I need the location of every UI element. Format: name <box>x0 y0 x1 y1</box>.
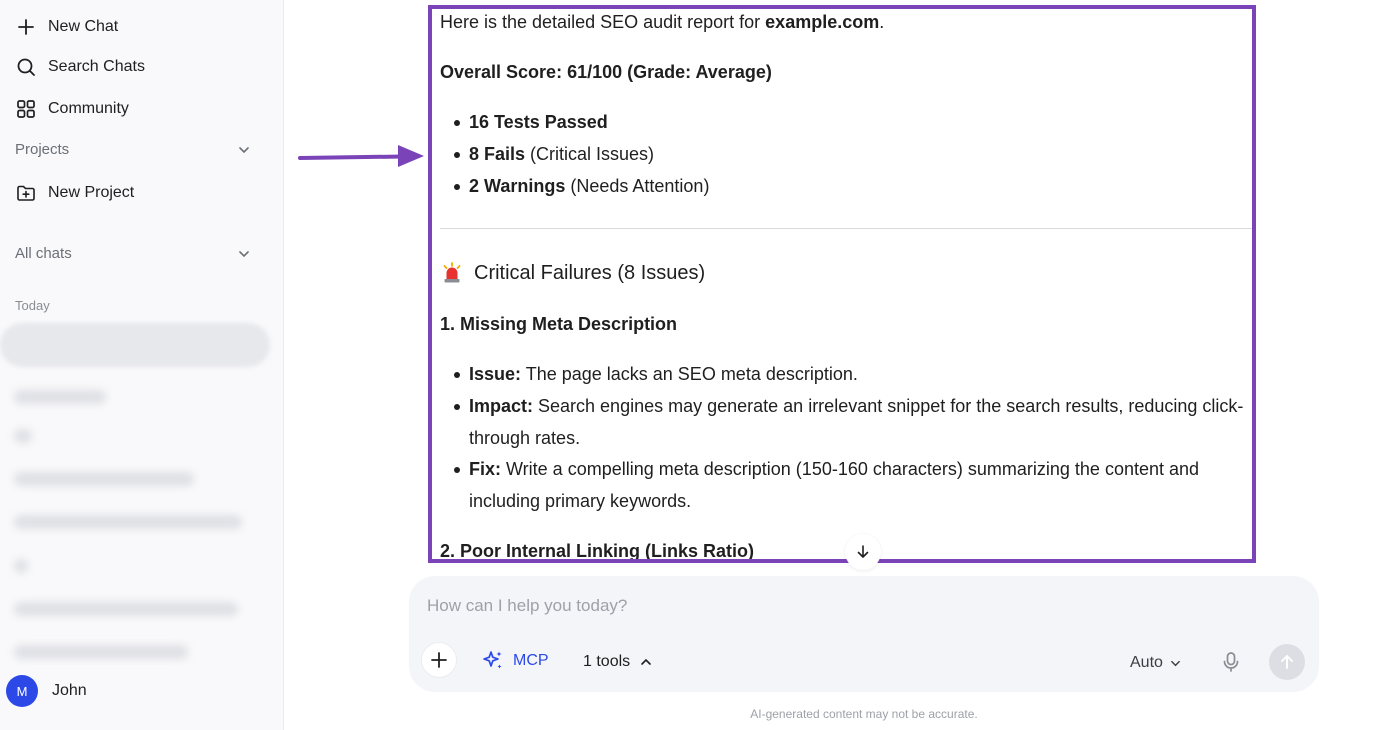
scroll-to-bottom-button[interactable] <box>845 534 881 570</box>
annotation-arrow-icon <box>298 145 424 167</box>
community-label: Community <box>48 100 129 117</box>
tools-label: 1 tools <box>583 653 631 670</box>
list-bullet <box>454 372 460 378</box>
issue-2-title: 2. Poor Internal Linking (Links Ratio) <box>440 541 755 561</box>
chat-history-item[interactable] <box>14 645 188 659</box>
intro-suffix: . <box>879 12 885 32</box>
message-input[interactable] <box>427 596 1127 616</box>
list-bullet <box>454 120 460 126</box>
divider <box>440 228 1252 229</box>
intro-domain: example.com <box>765 12 880 32</box>
projects-section-toggle[interactable]: Projects <box>15 141 251 158</box>
search-icon <box>17 58 35 76</box>
sidebar: New Chat Search Chats Community Projects… <box>0 0 284 730</box>
list-bullet <box>454 152 460 158</box>
all-chats-section-toggle[interactable]: All chats <box>15 245 251 262</box>
critical-heading-text: Critical Failures (8 Issues) <box>474 261 706 284</box>
chat-composer: MCP 1 tools Auto <box>409 576 1319 692</box>
arrow-down-icon <box>857 545 869 558</box>
chevron-down-icon <box>239 250 249 257</box>
list-item-text: Search engines may generate an irrelevan… <box>533 396 1244 416</box>
chat-history-item[interactable] <box>14 559 28 573</box>
list-bullet <box>454 184 460 190</box>
user-profile-button[interactable]: M John <box>6 675 87 707</box>
list-item-text: Write a compelling meta description (150… <box>501 459 1200 479</box>
chevron-down-icon <box>1171 660 1180 666</box>
plus-icon <box>18 19 34 35</box>
siren-icon <box>443 262 461 283</box>
projects-label: Projects <box>15 141 70 158</box>
issue-1-title: 1. Missing Meta Description <box>440 314 678 334</box>
mcp-button[interactable]: MCP <box>481 649 549 673</box>
list-item: Issue: The page lacks an SEO meta descri… <box>469 364 858 385</box>
tools-selector[interactable]: 1 tools <box>583 653 652 671</box>
chat-history-item[interactable] <box>14 515 242 529</box>
today-group-label: Today <box>15 298 50 313</box>
model-mode-selector[interactable]: Auto <box>1130 654 1181 672</box>
search-chats-button[interactable]: Search Chats <box>16 57 145 77</box>
list-item-bold: 2 Warnings <box>469 176 566 196</box>
mode-label: Auto <box>1130 654 1163 671</box>
list-item-text: The page lacks an SEO meta description. <box>521 364 858 384</box>
new-chat-label: New Chat <box>48 18 119 35</box>
list-item: Fix: Write a compelling meta description… <box>469 459 1199 480</box>
list-item: 2 Warnings (Needs Attention) <box>469 176 709 197</box>
list-item-bold: Impact: <box>469 396 534 416</box>
new-project-label: New Project <box>48 184 135 201</box>
overall-score: Overall Score: 61/100 (Grade: Average) <box>440 62 772 82</box>
grid-icon <box>17 100 35 118</box>
folder-plus-icon <box>17 185 35 201</box>
list-item: Impact: Search engines may generate an i… <box>469 396 1243 417</box>
all-chats-label: All chats <box>15 245 72 262</box>
arrow-up-icon <box>1281 655 1293 669</box>
intro-paragraph: Here is the detailed SEO audit report fo… <box>440 12 884 33</box>
new-project-button[interactable]: New Project <box>16 183 134 203</box>
sparkle-icon <box>483 651 502 669</box>
chat-history-item[interactable] <box>14 472 194 486</box>
user-name: John <box>52 682 87 699</box>
chat-history-item[interactable] <box>14 602 238 616</box>
list-item: 8 Fails (Critical Issues) <box>469 144 654 165</box>
new-chat-button[interactable]: New Chat <box>16 17 118 37</box>
microphone-icon <box>1223 652 1239 672</box>
chat-history-item[interactable] <box>14 429 32 443</box>
list-item-continuation: including primary keywords. <box>469 491 692 511</box>
chat-history-item[interactable] <box>14 390 106 404</box>
list-item-text: (Needs Attention) <box>565 176 710 196</box>
list-bullet <box>454 467 460 473</box>
community-button[interactable]: Community <box>16 99 129 119</box>
chat-history-item-active[interactable] <box>0 323 270 367</box>
list-item-bold: Fix: <box>469 459 502 479</box>
chevron-up-icon <box>641 658 651 665</box>
intro-text: Here is the detailed SEO audit report fo… <box>440 12 766 32</box>
list-item-continuation: through rates. <box>469 428 581 448</box>
list-item-bold: 8 Fails <box>469 144 526 164</box>
list-item: 16 Tests Passed <box>469 112 608 133</box>
mcp-label: MCP <box>513 652 549 669</box>
voice-input-button[interactable] <box>1217 648 1245 676</box>
add-attachment-button[interactable] <box>421 642 457 678</box>
send-button[interactable] <box>1269 644 1305 680</box>
search-chats-label: Search Chats <box>48 58 145 75</box>
critical-failures-heading: Critical Failures (8 Issues) <box>440 261 705 285</box>
list-item-bold: 16 Tests Passed <box>469 112 608 132</box>
assistant-message-highlight-box: Here is the detailed SEO audit report fo… <box>428 5 1256 563</box>
ai-disclaimer: AI-generated content may not be accurate… <box>750 707 978 721</box>
list-item-bold: Issue: <box>469 364 522 384</box>
avatar: M <box>6 675 38 707</box>
chevron-down-icon <box>239 146 249 153</box>
list-item-text: (Critical Issues) <box>525 144 655 164</box>
plus-icon <box>431 652 447 668</box>
list-bullet <box>454 404 460 410</box>
